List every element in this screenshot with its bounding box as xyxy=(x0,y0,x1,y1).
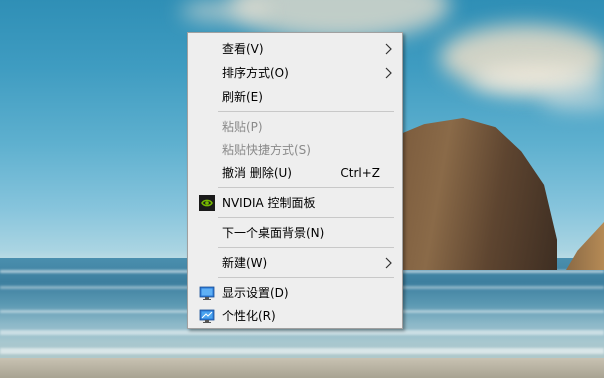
menu-item-label: 查看(V) xyxy=(222,42,264,56)
menu-item-label: 粘贴快捷方式(S) xyxy=(222,143,311,157)
menu-item-label: 显示设置(D) xyxy=(222,286,289,300)
menu-separator xyxy=(218,277,394,278)
menu-item-next-desktop-background[interactable]: 下一个桌面背景(N) xyxy=(190,222,400,244)
menu-item-label: 粘贴(P) xyxy=(222,120,263,134)
menu-item-new[interactable]: 新建(W) xyxy=(190,252,400,274)
menu-item-label: 个性化(R) xyxy=(222,309,276,323)
menu-item-label: 刷新(E) xyxy=(222,90,263,104)
menu-separator xyxy=(218,111,394,112)
menu-item-sort-by[interactable]: 排序方式(O) xyxy=(190,62,400,84)
nvidia-logo-icon xyxy=(199,195,215,211)
menu-item-personalize[interactable]: 个性化(R) xyxy=(190,305,400,327)
chevron-right-icon xyxy=(385,43,392,55)
sea-rock xyxy=(395,118,557,270)
menu-separator xyxy=(218,187,394,188)
menu-item-paste[interactable]: 粘贴(P) xyxy=(190,116,400,138)
wave xyxy=(0,330,604,335)
menu-item-paste-shortcut[interactable]: 粘贴快捷方式(S) xyxy=(190,139,400,161)
chevron-right-icon xyxy=(385,257,392,269)
menu-item-label: 下一个桌面背景(N) xyxy=(222,226,325,240)
menu-item-undo-delete[interactable]: 撤消 删除(U) Ctrl+Z xyxy=(190,162,400,184)
menu-item-label: 排序方式(O) xyxy=(222,66,289,80)
chevron-right-icon xyxy=(385,67,392,79)
personalize-icon xyxy=(199,309,215,323)
menu-item-view[interactable]: 查看(V) xyxy=(190,38,400,60)
monitor-icon xyxy=(199,286,215,300)
menu-separator xyxy=(218,217,394,218)
cloud xyxy=(180,0,270,22)
menu-separator xyxy=(218,247,394,248)
desktop-context-menu: 查看(V) 排序方式(O) 刷新(E) 粘贴(P) 粘贴快捷方式(S) 撤消 删… xyxy=(187,32,403,329)
menu-item-label: 撤消 删除(U) xyxy=(222,166,292,180)
beach-sand xyxy=(0,358,604,378)
menu-item-display-settings[interactable]: 显示设置(D) xyxy=(190,282,400,304)
menu-item-shortcut: Ctrl+Z xyxy=(340,166,380,180)
menu-item-label: 新建(W) xyxy=(222,256,268,270)
menu-item-nvidia-control-panel[interactable]: NVIDIA 控制面板 xyxy=(190,192,400,214)
cloud xyxy=(540,90,604,110)
wave xyxy=(0,348,604,354)
sea-rock-small xyxy=(566,222,604,270)
menu-item-label: NVIDIA 控制面板 xyxy=(222,196,316,210)
menu-item-refresh[interactable]: 刷新(E) xyxy=(190,86,400,108)
